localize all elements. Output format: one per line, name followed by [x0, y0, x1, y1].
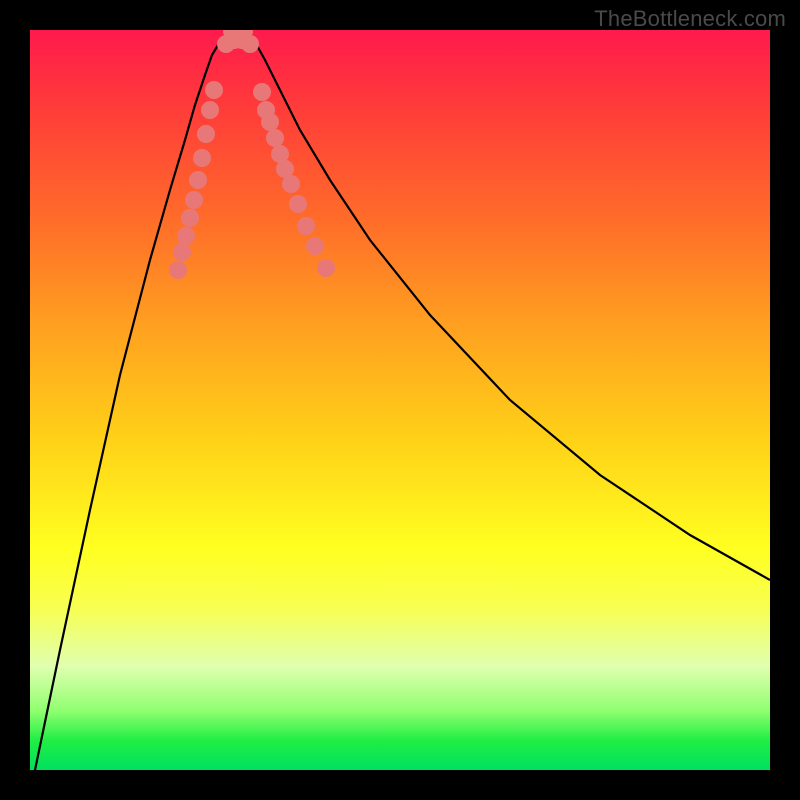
data-marker — [282, 175, 300, 193]
data-marker — [205, 81, 223, 99]
chart-svg — [30, 30, 770, 770]
data-marker — [241, 35, 259, 53]
watermark-text: TheBottleneck.com — [594, 6, 786, 32]
data-marker — [169, 261, 187, 279]
data-marker — [177, 227, 195, 245]
chart-frame: TheBottleneck.com — [0, 0, 800, 800]
data-marker — [197, 125, 215, 143]
data-marker — [173, 243, 191, 261]
right-curve — [248, 32, 770, 580]
data-marker — [253, 83, 271, 101]
data-marker — [289, 195, 307, 213]
data-marker — [181, 209, 199, 227]
data-markers — [169, 31, 335, 279]
data-marker — [297, 217, 315, 235]
data-marker — [306, 237, 324, 255]
data-marker — [185, 191, 203, 209]
data-marker — [193, 149, 211, 167]
data-marker — [189, 171, 207, 189]
data-marker — [261, 113, 279, 131]
left-curve — [35, 32, 228, 770]
data-marker — [317, 259, 335, 277]
data-marker — [266, 129, 284, 147]
data-marker — [201, 101, 219, 119]
plot-area — [30, 30, 770, 770]
